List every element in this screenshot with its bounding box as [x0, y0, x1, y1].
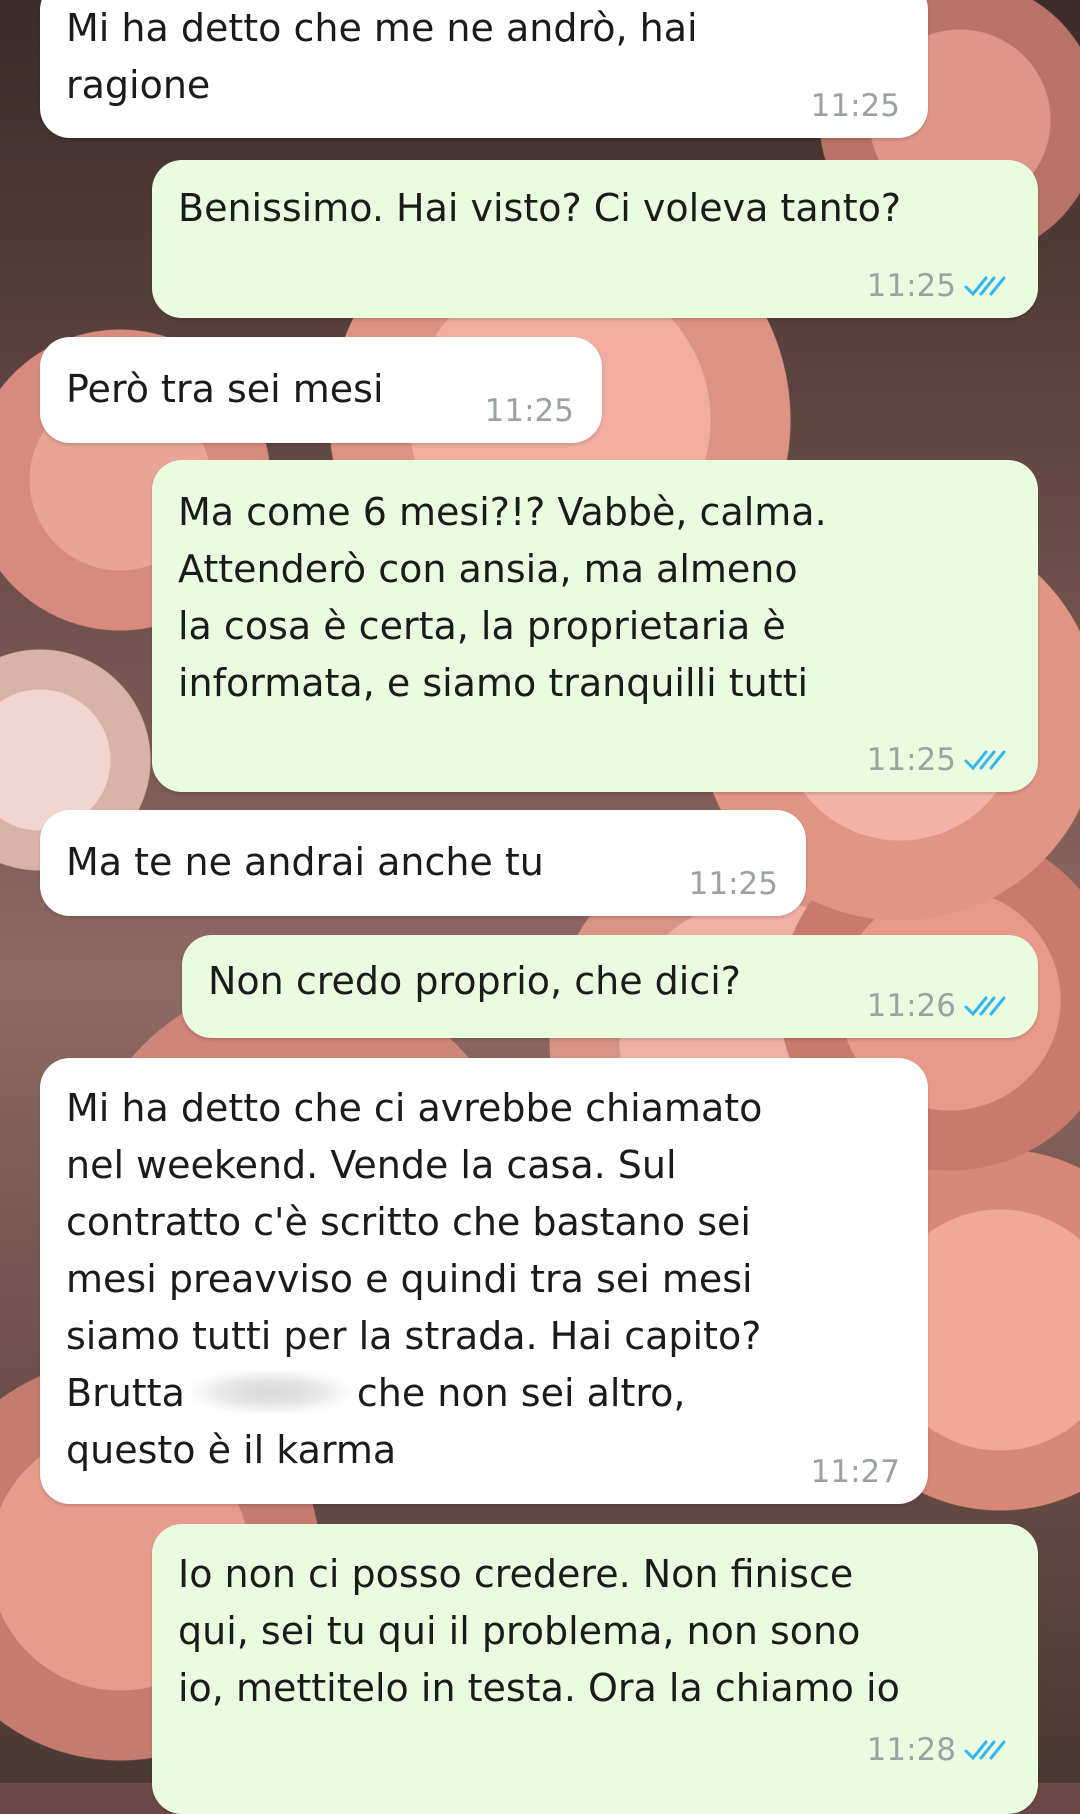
double-check-icon: [964, 750, 1006, 771]
message-incoming[interactable]: Mi ha detto che me ne andrò, hai ragione…: [40, 0, 928, 138]
message-meta: 11:25: [867, 740, 1010, 780]
message-meta: 11:25: [485, 391, 574, 431]
message-text: Io non ci posso credere. Non finisce qui…: [178, 1552, 900, 1710]
message-outgoing[interactable]: Benissimo. Hai visto? Ci voleva tanto? 1…: [152, 160, 1038, 318]
message-time: 11:26: [866, 988, 956, 1024]
message-time: 11:25: [484, 393, 574, 429]
message-meta: 11:25: [811, 86, 900, 126]
message-text: Però tra sei mesi: [66, 367, 384, 411]
message-text: Ma come 6 mesi?!? Vabbè, calma. Attender…: [178, 490, 827, 705]
message-incoming[interactable]: Però tra sei mesi 11:25: [40, 337, 602, 443]
message-text: Ma te ne andrai anche tu: [66, 840, 544, 884]
message-text-part: Mi ha detto che ci avrebbe chiamato nel …: [66, 1086, 763, 1415]
message-text: Non credo proprio, che dici?: [208, 959, 741, 1003]
message-time: 11:25: [810, 88, 900, 124]
message-outgoing[interactable]: Ma come 6 mesi?!? Vabbè, calma. Attender…: [152, 460, 1038, 792]
message-time: 11:25: [866, 268, 956, 304]
message-text: Mi ha detto che ci avrebbe chiamato nel …: [66, 1080, 762, 1479]
message-incoming[interactable]: Ma te ne andrai anche tu 11:25: [40, 810, 806, 916]
redaction-blur: [190, 1370, 351, 1414]
message-text: Mi ha detto che me ne andrò, hai ragione: [66, 6, 698, 107]
message-text: Benissimo. Hai visto? Ci voleva tanto?: [178, 186, 902, 230]
message-meta: 11:25: [689, 864, 778, 904]
double-check-icon: [964, 276, 1006, 297]
message-outgoing[interactable]: Non credo proprio, che dici? 11:26: [182, 935, 1038, 1038]
chat-thread[interactable]: Mi ha detto che me ne andrò, hai ragione…: [0, 0, 1080, 1814]
message-meta: 11:26: [867, 986, 1010, 1026]
message-incoming[interactable]: Mi ha detto che ci avrebbe chiamato nel …: [40, 1058, 928, 1504]
message-meta: 11:28: [867, 1730, 1010, 1770]
message-time: 11:25: [688, 866, 778, 902]
message-meta: 11:25: [867, 266, 1010, 306]
message-outgoing[interactable]: Io non ci posso credere. Non finisce qui…: [152, 1524, 1038, 1814]
double-check-icon: [964, 996, 1006, 1017]
message-time: 11:25: [866, 742, 956, 778]
message-time: 11:28: [866, 1732, 956, 1768]
message-time: 11:27: [810, 1454, 900, 1490]
message-meta: 11:27: [811, 1452, 900, 1492]
double-check-icon: [964, 1740, 1006, 1761]
